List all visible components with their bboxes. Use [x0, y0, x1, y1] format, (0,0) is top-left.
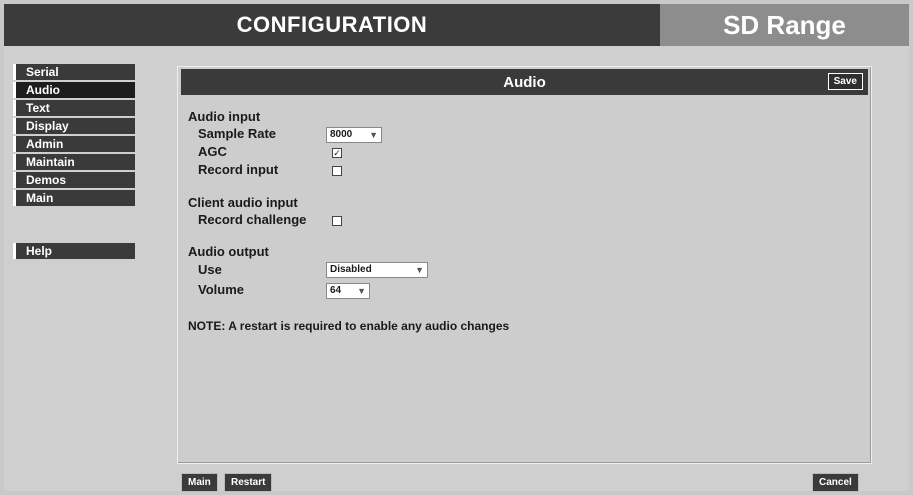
sidebar-item-serial[interactable]: Serial: [13, 64, 135, 80]
panel-title-text: Audio: [503, 73, 546, 91]
chevron-down-icon: ▼: [415, 265, 424, 275]
audio-input-heading: Audio input: [188, 109, 261, 124]
restart-note: NOTE: A restart is required to enable an…: [188, 319, 510, 333]
record-challenge-checkbox[interactable]: [332, 216, 342, 226]
restart-button[interactable]: Restart: [224, 473, 273, 492]
use-label: Use: [198, 262, 222, 277]
chevron-down-icon: ▼: [369, 130, 378, 140]
record-input-label: Record input: [198, 162, 279, 177]
client-audio-input-heading: Client audio input: [188, 195, 298, 210]
sample-rate-label: Sample Rate: [198, 126, 277, 141]
page-title: CONFIGURATION: [4, 4, 660, 46]
save-button[interactable]: Save: [827, 73, 863, 90]
agc-label: AGC: [198, 144, 227, 159]
volume-value: 64: [330, 285, 342, 296]
sidebar-item-audio[interactable]: Audio: [13, 82, 135, 98]
sidebar-item-admin[interactable]: Admin: [13, 136, 135, 152]
audio-panel: Audio Save Audio input Sample Rate 8000 …: [177, 66, 872, 464]
sidebar-item-main[interactable]: Main: [13, 190, 135, 206]
record-challenge-label: Record challenge: [198, 212, 307, 227]
check-icon: ✓: [333, 148, 341, 158]
record-input-checkbox[interactable]: [332, 166, 342, 176]
agc-checkbox[interactable]: ✓: [332, 148, 342, 158]
sidebar-item-demos[interactable]: Demos: [13, 172, 135, 188]
volume-select[interactable]: 64 ▼: [326, 283, 370, 299]
audio-output-heading: Audio output: [188, 244, 269, 259]
product-name: SD Range: [660, 4, 909, 46]
sidebar-item-help[interactable]: Help: [13, 243, 135, 259]
panel-title: Audio Save: [181, 69, 868, 95]
output-use-value: Disabled: [330, 264, 372, 275]
chevron-down-icon: ▼: [357, 286, 366, 296]
volume-label: Volume: [198, 282, 244, 297]
sidebar-item-display[interactable]: Display: [13, 118, 135, 134]
output-use-select[interactable]: Disabled ▼: [326, 262, 428, 278]
sidebar-item-text[interactable]: Text: [13, 100, 135, 116]
sample-rate-select[interactable]: 8000 ▼: [326, 127, 382, 143]
sidebar-item-maintain[interactable]: Maintain: [13, 154, 135, 170]
sidebar-nav: Serial Audio Text Display Admin Maintain…: [13, 64, 135, 208]
main-button[interactable]: Main: [181, 473, 218, 492]
cancel-button[interactable]: Cancel: [812, 473, 859, 492]
sample-rate-value: 8000: [330, 129, 353, 140]
